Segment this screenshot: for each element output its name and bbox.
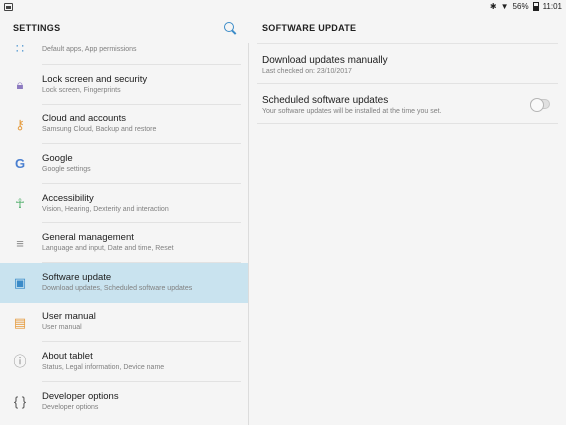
settings-item-subtitle: Download updates, Scheduled software upd… — [42, 284, 193, 292]
info-icon: ⓘ — [13, 354, 27, 370]
settings-header: SETTINGS — [0, 13, 249, 43]
settings-item-title: Software update — [42, 271, 112, 283]
scheduled-updates-subtitle: Your software updates will be installed … — [262, 108, 442, 115]
last-checked-text: Last checked on: 23/10/2017 — [262, 68, 352, 75]
battery-icon — [532, 2, 539, 11]
battery-percent: 56% — [512, 2, 529, 11]
software-update-panel: SOFTWARE UPDATE Download updates manuall… — [249, 13, 566, 425]
accessibility-icon: ☥ — [15, 196, 25, 212]
settings-item-subtitle: Lock screen, Fingerprints — [42, 86, 121, 94]
settings-item-subtitle: Developer options — [42, 403, 99, 411]
settings-list: ∷ Apps Default apps, App permissions 🔒︎ … — [0, 33, 249, 422]
download-updates-title: Download updates manually — [262, 55, 388, 66]
settings-item-title: Accessibility — [42, 192, 94, 204]
search-icon[interactable] — [223, 21, 237, 35]
settings-item-subtitle: Samsung Cloud, Backup and restore — [42, 126, 157, 134]
settings-item-title: Google — [42, 152, 73, 164]
settings-item-title: General management — [42, 232, 134, 244]
software-update-icon: ▣ — [13, 275, 27, 291]
scheduled-updates-toggle[interactable] — [530, 98, 550, 112]
settings-item-title: About tablet — [42, 350, 93, 362]
sliders-icon: ≡ — [16, 235, 24, 251]
settings-item-user-manual[interactable]: ▤ User manual User manual — [0, 303, 249, 343]
key-icon: ⚷ — [15, 116, 25, 132]
bluetooth-icon: ✱ — [489, 2, 497, 11]
settings-item-software-update[interactable]: ▣ Software update Download updates, Sche… — [0, 262, 249, 303]
settings-item-subtitle: Language and input, Date and time, Reset — [42, 245, 174, 253]
status-bar: ✱ ▼ 56% 11:01 — [0, 0, 566, 13]
settings-item-accessibility[interactable]: ☥ Accessibility Vision, Hearing, Dexteri… — [0, 184, 249, 224]
divider — [257, 123, 558, 124]
settings-item-general-management[interactable]: ≡ General management Language and input,… — [0, 223, 249, 263]
user-manual-icon: ▤ — [13, 314, 27, 330]
settings-item-subtitle: Default apps, App permissions — [42, 46, 137, 53]
settings-item-title: Developer options — [42, 390, 119, 402]
google-icon: G — [14, 156, 26, 172]
settings-item-subtitle: Status, Legal information, Device name — [42, 363, 165, 371]
settings-item-developer-options[interactable]: { } Developer options Developer options — [0, 382, 249, 422]
settings-title: SETTINGS — [13, 23, 61, 33]
download-updates-item[interactable]: Download updates manually Last checked o… — [249, 44, 566, 84]
clock: 11:01 — [542, 2, 562, 11]
lock-icon: 🔒︎ — [16, 77, 24, 93]
braces-icon: { } — [13, 394, 27, 410]
wifi-icon: ▼ — [500, 2, 509, 11]
settings-item-lock-screen[interactable]: 🔒︎ Lock screen and security Lock screen,… — [0, 65, 249, 105]
settings-item-subtitle: Google settings — [42, 165, 91, 173]
settings-item-subtitle: User manual — [42, 324, 82, 332]
scheduled-updates-title: Scheduled software updates — [262, 95, 389, 106]
settings-item-title: Cloud and accounts — [42, 113, 126, 125]
settings-item-title: User manual — [42, 311, 96, 323]
settings-item-about-tablet[interactable]: ⓘ About tablet Status, Legal information… — [0, 342, 249, 382]
panel-title: SOFTWARE UPDATE — [262, 23, 357, 33]
settings-item-cloud-accounts[interactable]: ⚷ Cloud and accounts Samsung Cloud, Back… — [0, 105, 249, 145]
settings-item-subtitle: Vision, Hearing, Dexterity and interacti… — [42, 205, 169, 213]
settings-item-title: Lock screen and security — [42, 73, 148, 85]
settings-item-google[interactable]: G Google Google settings — [0, 144, 249, 184]
settings-list-panel: SETTINGS ∷ Apps Default apps, App permis… — [0, 13, 249, 425]
scheduled-updates-item[interactable]: Scheduled software updates Your software… — [249, 84, 566, 124]
image-notification-icon — [4, 2, 13, 11]
